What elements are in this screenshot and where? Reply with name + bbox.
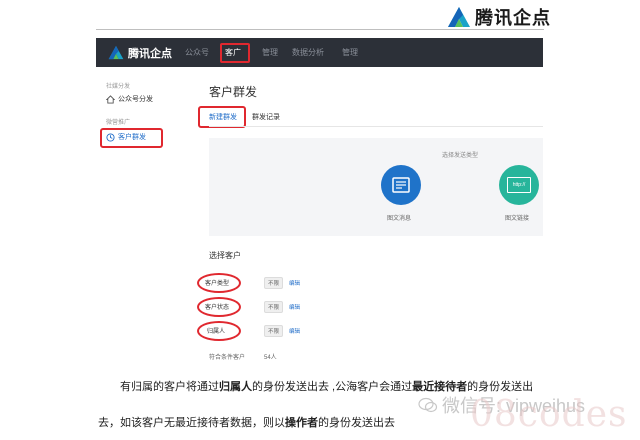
top-nav: 腾讯企点 公众号 客广 管理 数据分析 管理 — [96, 38, 543, 67]
field-value-customer-status[interactable]: 不限 — [264, 301, 284, 313]
caption-line-2: 去，如该客户无最近接待者数据，则以操作者的身份发送出去 — [98, 414, 395, 430]
sidebar-item-label: 客户群发 — [118, 134, 146, 141]
document-icon — [392, 177, 410, 193]
caption-text: 有归属的客户将通过 — [120, 381, 219, 393]
caption-text: 的身份发送出去 ,公海客户会通过 — [252, 381, 413, 393]
match-count: 54人 — [264, 355, 277, 361]
wechat-icon — [418, 397, 438, 413]
nav-item-official[interactable]: 公众号 — [185, 47, 209, 58]
caption-text: 的身份发送出去 — [318, 417, 395, 429]
field-label-customer-status: 客户状态 — [205, 305, 230, 311]
send-type-panel: 选择发送类型 图文消息 http:// 图文链接 — [209, 138, 543, 236]
send-option-link[interactable]: http:// — [499, 165, 539, 205]
edit-customer-status-link[interactable]: 编辑 — [289, 303, 300, 311]
field-label-customer-type: 客户类型 — [205, 281, 230, 287]
send-option-news[interactable] — [381, 165, 421, 205]
page-title: 客户群发 — [209, 85, 258, 99]
sidebar-group-title: 社媒分发 — [106, 84, 131, 90]
app-window: 腾讯企点 公众号 客广 管理 数据分析 管理 社媒分发 公众号分发 微营推广 客… — [96, 38, 543, 363]
nav-item-admin[interactable]: 管理 — [342, 47, 358, 58]
nav-logo[interactable]: 腾讯企点 — [108, 44, 172, 61]
nav-brand-name: 腾讯企点 — [128, 47, 172, 60]
header-divider — [96, 29, 544, 30]
sidebar-item-label: 公众号分发 — [118, 96, 153, 103]
nav-active-highlight — [220, 43, 250, 63]
field-value-customer-type[interactable]: 不限 — [264, 277, 284, 289]
nav-item-analytics[interactable]: 数据分析 — [292, 47, 324, 58]
brand-name: 腾讯企点 — [475, 8, 551, 28]
caption-bold: 归属人 — [219, 381, 252, 393]
home-icon — [106, 94, 115, 104]
nav-item-manage[interactable]: 管理 — [262, 47, 278, 58]
sidebar: 社媒分发 公众号分发 微营推广 客户群发 — [96, 67, 183, 363]
sidebar-item-official-dist[interactable]: 公众号分发 — [106, 94, 153, 104]
send-option-news-label: 图文消息 — [387, 216, 412, 222]
edit-owner-link[interactable]: 编辑 — [289, 327, 300, 335]
send-option-link-label: 图文链接 — [505, 216, 530, 222]
link-icon: http:// — [507, 177, 531, 193]
brand-logo-icon — [448, 7, 470, 27]
clock-icon — [106, 132, 115, 142]
tab-divider — [209, 126, 543, 127]
caption-text: 去，如该客户无最近接待者数据，则以 — [98, 417, 285, 429]
link-glyph: http:// — [512, 182, 526, 188]
send-type-title: 选择发送类型 — [442, 153, 479, 159]
brand-logo-icon — [108, 45, 124, 60]
field-label-owner: 归属人 — [207, 329, 226, 335]
match-label: 符合条件客户 — [209, 355, 246, 361]
brand-logo: 腾讯企点 — [447, 4, 597, 30]
field-value-owner[interactable]: 不限 — [264, 325, 284, 337]
edit-customer-type-link[interactable]: 编辑 — [289, 279, 300, 287]
sidebar-item-customer-broadcast[interactable]: 客户群发 — [106, 132, 146, 142]
customer-section-title: 选择客户 — [209, 251, 241, 260]
tab-broadcast-history[interactable]: 群发记录 — [252, 112, 280, 122]
sidebar-group-title: 微营推广 — [106, 120, 131, 126]
tab-new-broadcast[interactable]: 新建群发 — [209, 112, 237, 122]
caption-bold: 操作者 — [285, 417, 318, 429]
site-watermark: 08codes — [470, 394, 628, 435]
